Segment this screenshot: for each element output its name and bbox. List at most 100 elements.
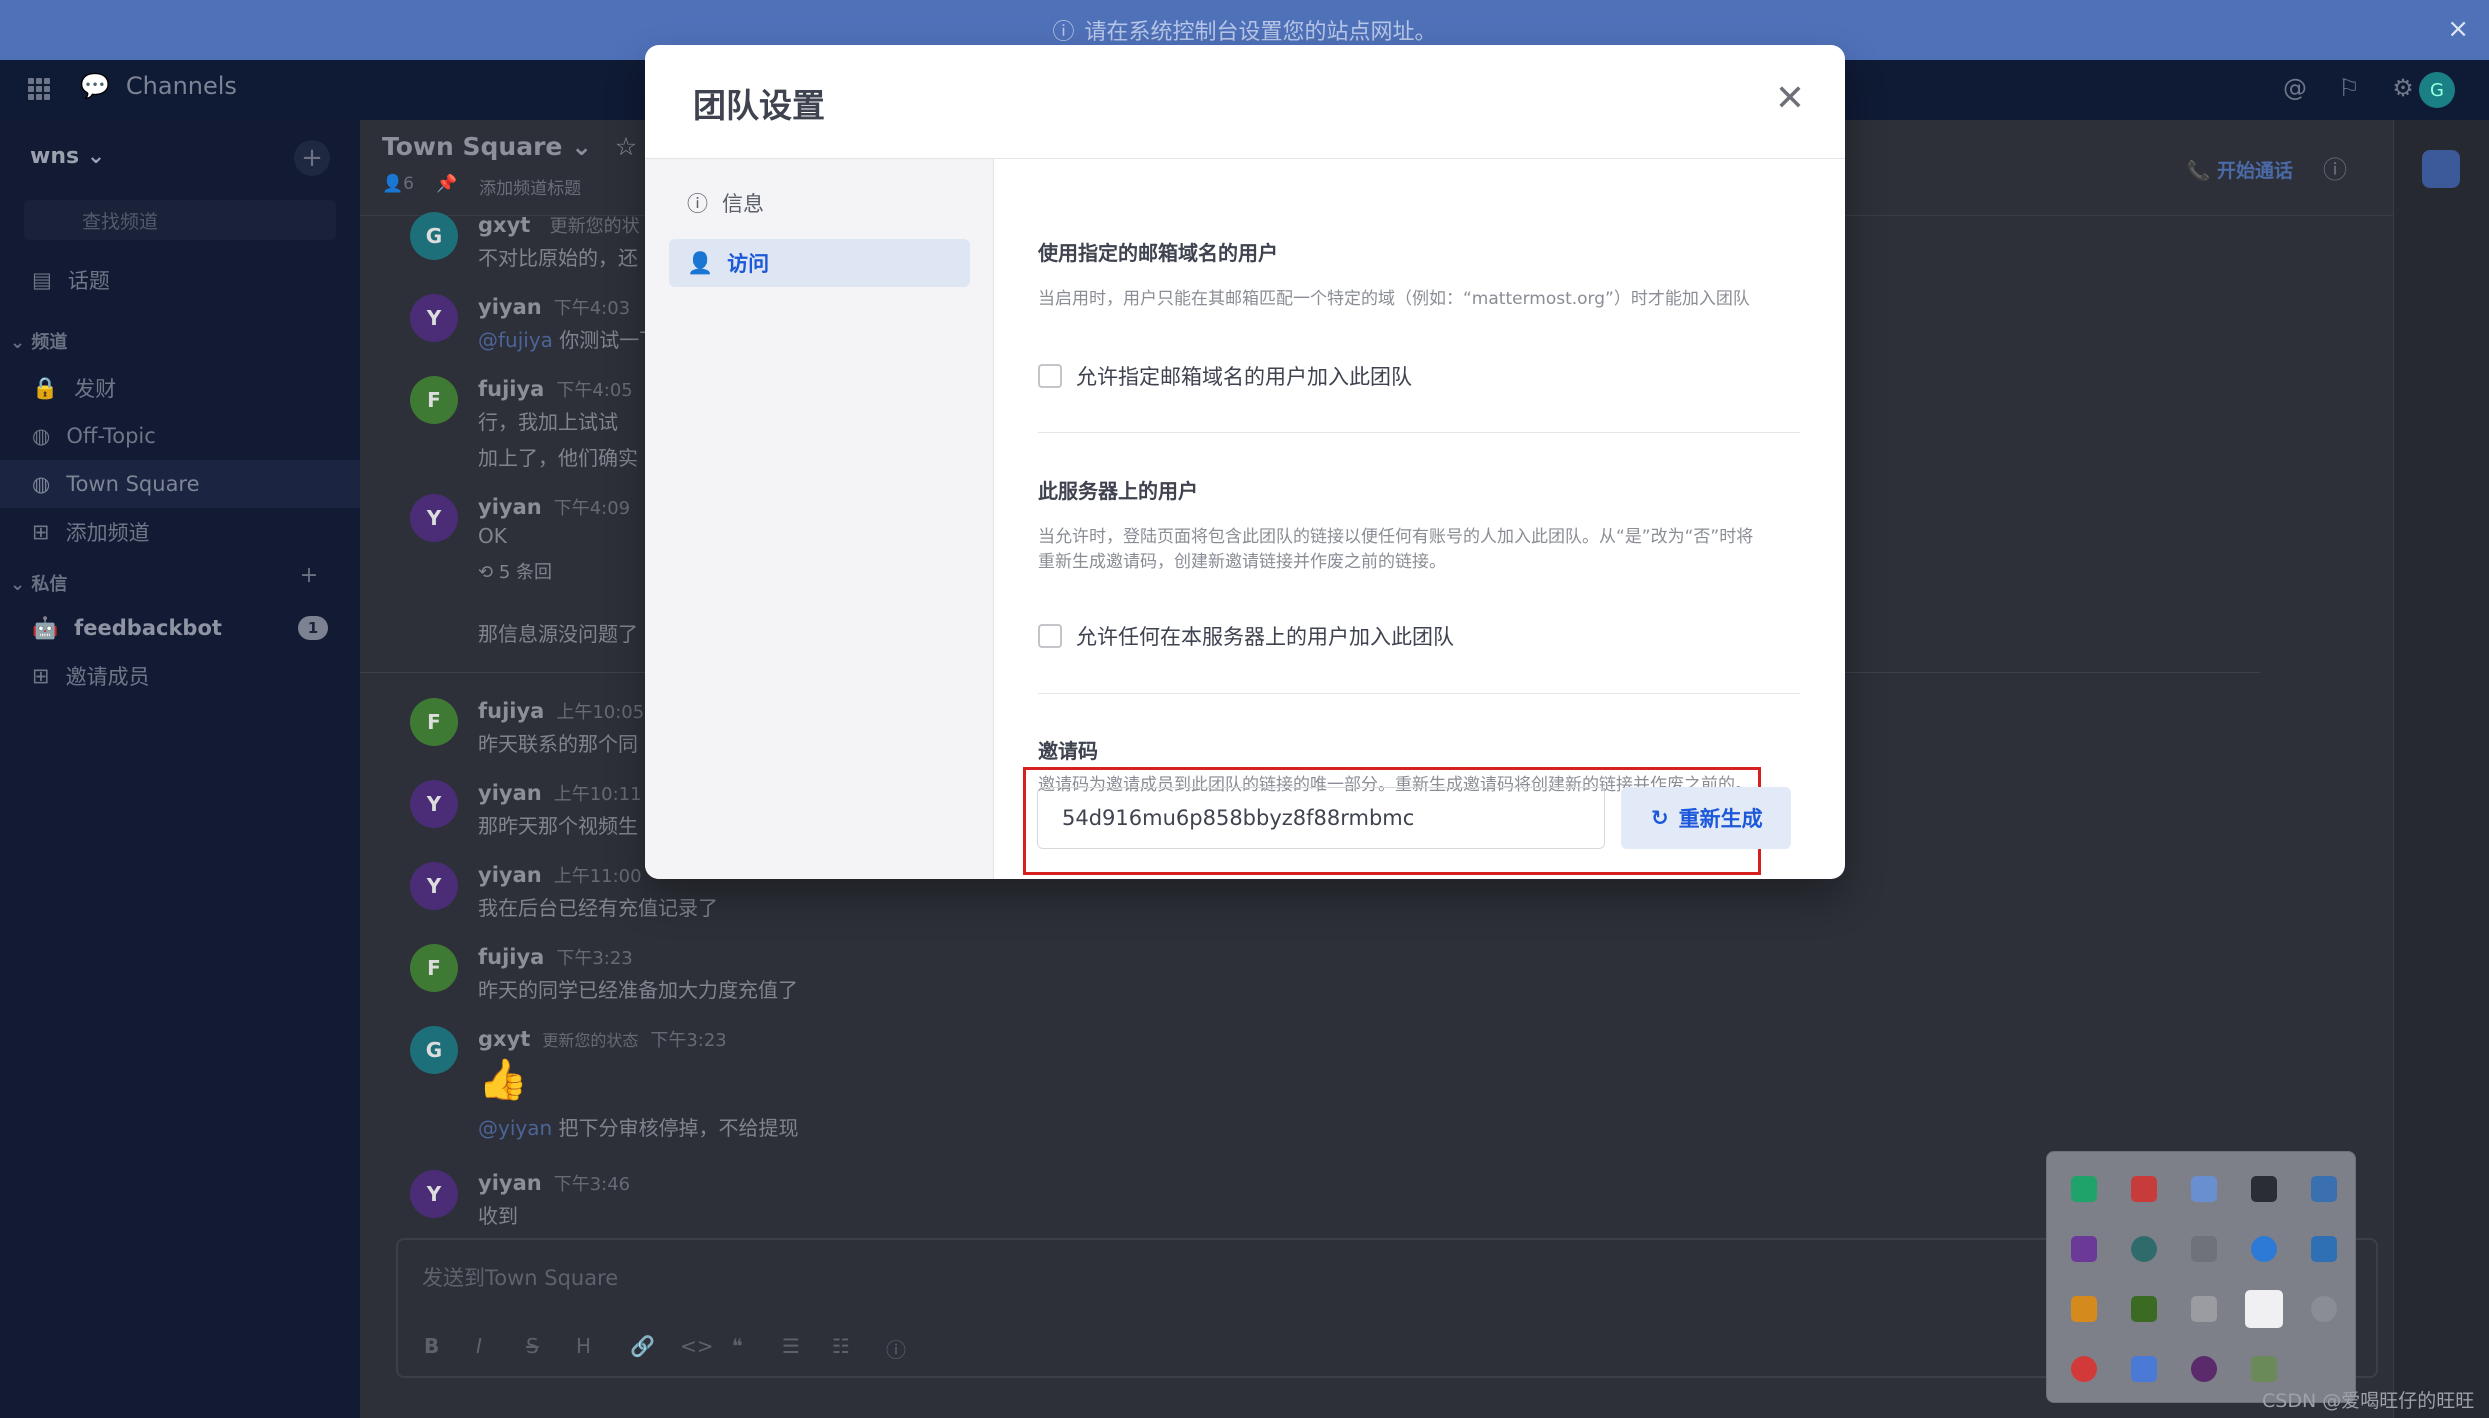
mail-app-icon[interactable] [2071,1176,2097,1202]
avatar[interactable]: F [410,698,458,746]
product-switcher[interactable]: 💬 Channels [80,72,237,100]
cloud-app-icon[interactable] [2191,1176,2217,1202]
app-icon[interactable] [2245,1290,2283,1328]
regenerate-button[interactable]: ↻ 重新生成 [1621,787,1791,849]
start-call-button[interactable]: 📞 开始通话 [2187,156,2293,183]
threads-icon: ▤ [32,268,52,292]
sidebar-item-feedbackbot[interactable]: 🤖 feedbackbot 1 [0,604,360,652]
divider [1038,432,1800,433]
channel-search-input[interactable]: 查找频道 [24,200,336,240]
section-title: 此服务器上的用户 [1038,479,1198,503]
sidebar-item-add-channel[interactable]: ⊞ 添加频道 [0,508,360,556]
avatar[interactable]: Y [410,294,458,342]
avatar[interactable]: F [410,944,458,992]
section-description: 当启用时，用户只能在其邮箱匹配一个特定的域（例如：“mattermost.org… [1038,289,1750,309]
globe-icon: ◍ [32,424,51,448]
product-name: Channels [125,72,237,100]
sidebar-item-label: 发财 [74,377,117,401]
bullet-list-button[interactable]: ☰ [782,1334,800,1358]
sidebar-item-label: 添加频道 [65,521,150,545]
display-app-icon[interactable] [2311,1176,2337,1202]
close-announcement-button[interactable]: × [2447,14,2469,44]
tab-access[interactable]: 👤 访问 [669,239,970,287]
pin-icon[interactable]: 📌 [436,174,457,199]
sidebar-item-facai[interactable]: 🔒 发财 [0,364,360,412]
circle-icon[interactable] [2311,1296,2337,1322]
sidebar-item-threads[interactable]: ▤ 话题 [0,256,360,304]
sync-icon[interactable] [2131,1236,2157,1262]
sidebar-item-label: feedbackbot [74,616,222,640]
media-icon[interactable] [2251,1356,2277,1382]
sidebar-item-label: Off-Topic [66,424,156,448]
code-button[interactable]: <> [680,1334,714,1358]
globe-icon: ◍ [32,472,51,496]
allow-server-users-checkbox[interactable]: 允许任何在本服务器上的用户加入此团队 [1038,621,1454,651]
viber-icon[interactable] [2191,1356,2217,1382]
avatar[interactable]: G [410,212,458,260]
system-tray-overflow [2046,1151,2356,1403]
nvidia-icon[interactable] [2131,1296,2157,1322]
thread-replies[interactable]: ⟲ 5 条回 [478,558,552,584]
heading-button[interactable]: H [576,1334,591,1358]
onenote-icon[interactable] [2071,1236,2097,1262]
avatar[interactable]: Y [410,780,458,828]
avatar[interactable]: Y [410,862,458,910]
channels-section-label[interactable]: ⌄ 频道 [10,328,67,354]
avatar[interactable]: G [410,1026,458,1074]
avatar[interactable]: Y [410,494,458,542]
channel-title[interactable]: Town Square ⌄ ☆ [382,132,637,161]
link-button[interactable]: 🔗 [630,1334,655,1358]
section-title: 邀请码 [1038,739,1098,763]
usb-icon[interactable] [2191,1236,2217,1262]
sidebar-item-town-square[interactable]: ◍ Town Square [0,460,360,508]
alert-icon: ⓘ [1052,20,1075,45]
unread-badge: 1 [298,616,328,640]
user-icon: 👤 [687,250,714,275]
checkbox[interactable] [1038,364,1062,388]
bluetooth-icon[interactable] [2251,1236,2277,1262]
bold-button[interactable]: B [424,1334,439,1358]
team-settings-modal: 团队设置 ✕ ⓘ 信息 👤 访问 使用指定的邮箱域名的用户 当启用时，用户只能在… [645,45,1845,879]
dm-section-label[interactable]: ⌄ 私信 [10,570,67,596]
avatar[interactable]: F [410,376,458,424]
member-count[interactable]: 👤6 [382,174,414,199]
bookmark-icon[interactable]: ⚐ [2333,74,2365,106]
security-shield-icon[interactable] [2311,1236,2337,1262]
strike-button[interactable]: S [526,1334,539,1358]
italic-button[interactable]: I [476,1334,482,1358]
lock-icon: 🔒 [32,375,59,400]
channel-info-icon[interactable]: ⓘ [2323,150,2347,185]
quote-button[interactable]: ❝ [732,1334,743,1358]
allow-domain-checkbox[interactable]: 允许指定邮箱域名的用户加入此团队 [1038,361,1412,391]
mention-icon[interactable]: @ [2279,74,2311,106]
sidebar-item-invite-members[interactable]: ⊞ 邀请成员 [0,652,360,700]
boards-icon[interactable] [2422,150,2460,188]
music-icon[interactable] [2071,1356,2097,1382]
channel-header-hint[interactable]: 添加频道标题 [479,174,581,199]
sidebar-item-label: 邀请成员 [65,665,150,689]
feishu-icon[interactable] [2131,1356,2157,1382]
info-icon[interactable]: ⓘ [886,1334,906,1363]
user-avatar[interactable]: G [2419,72,2455,108]
post-text: 不对比原始的，还 [478,246,638,270]
checkbox[interactable] [1038,624,1062,648]
section-description: 当允许时，登陆页面将包含此团队的链接以便任何有账号的人加入此团队。从“是”改为“… [1038,527,1754,572]
add-button[interactable]: + [294,140,330,176]
numbered-list-button[interactable]: ☷ [832,1334,850,1358]
team-name[interactable]: wns ⌄ [30,144,105,169]
invite-code-field[interactable]: 54d916mu6p858bbyz8f88rmbmc [1037,787,1605,849]
add-dm-button[interactable]: + [294,560,324,590]
info-icon: ⓘ [687,192,708,216]
close-icon[interactable]: ✕ [1775,81,1805,117]
tab-info[interactable]: ⓘ 信息 [669,179,970,227]
modal-title: 团队设置 [693,86,825,125]
refresh-icon: ↻ [1651,806,1669,830]
app-grid-icon[interactable] [28,78,50,100]
app-icon[interactable] [2251,1176,2277,1202]
settings-gear-icon[interactable]: ⚙ [2387,74,2419,106]
key-icon[interactable] [2071,1296,2097,1322]
sidebar-item-off-topic[interactable]: ◍ Off-Topic [0,412,360,460]
avatar[interactable]: Y [410,1170,458,1218]
drive-icon[interactable] [2191,1296,2217,1322]
vpn-app-icon[interactable] [2131,1176,2157,1202]
